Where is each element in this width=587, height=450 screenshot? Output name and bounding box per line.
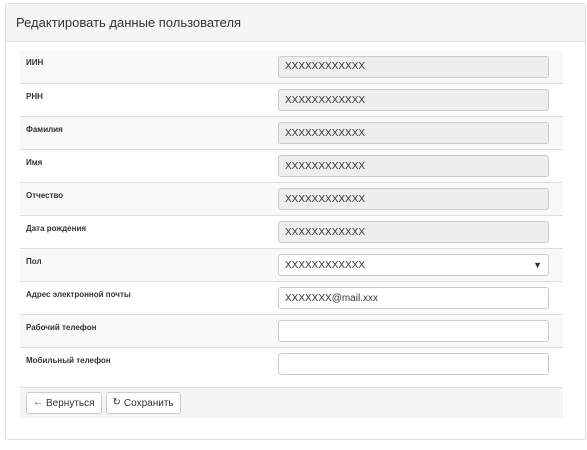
rnn-label: РНН — [26, 92, 43, 101]
surname-label: Фамилия — [26, 125, 63, 134]
rnn-field[interactable]: XXXXXXXXXXXX — [278, 89, 549, 111]
iin-label: ИИН — [26, 58, 44, 67]
row-surname: Фамилия XXXXXXXXXXXX — [20, 116, 563, 149]
row-mobile-phone: Мобильный телефон — [20, 347, 563, 380]
email-label: Адрес электронной почты — [26, 290, 131, 299]
iin-field[interactable]: XXXXXXXXXXXX — [278, 55, 549, 78]
back-button-label: Вернуться — [46, 397, 95, 409]
row-rnn: РНН XXXXXXXXXXXX — [20, 83, 563, 116]
gender-label: Пол — [26, 257, 42, 266]
first-name-label: Имя — [26, 158, 43, 167]
chevron-down-icon: ▼ — [533, 260, 542, 270]
row-email: Адрес электронной почты XXXXXXX@mail.xxx — [20, 281, 563, 314]
row-first-name: Имя XXXXXXXXXXXX — [20, 149, 563, 182]
row-patronymic: Отчество XXXXXXXXXXXX — [20, 182, 563, 215]
surname-field[interactable]: XXXXXXXXXXXX — [278, 122, 549, 144]
user-form: ИИН XXXXXXXXXXXX РНН XXXXXXXXXXXX Фамили… — [20, 50, 563, 380]
mobile-phone-field[interactable] — [278, 353, 549, 375]
row-gender: Пол XXXXXXXXXXXX ▼ — [20, 248, 563, 281]
gender-select[interactable]: XXXXXXXXXXXX ▼ — [278, 254, 549, 276]
work-phone-field[interactable] — [278, 320, 549, 342]
row-birth-date: Дата рождения XXXXXXXXXXXX — [20, 215, 563, 248]
gender-select-value: XXXXXXXXXXXX — [285, 259, 366, 271]
save-button-label: Сохранить — [123, 397, 174, 409]
form-actions: ← Вернуться ↻ Сохранить — [20, 387, 563, 418]
patronymic-field[interactable]: XXXXXXXXXXXX — [278, 188, 549, 210]
mobile-phone-label: Мобильный телефон — [26, 356, 111, 365]
panel-title: Редактировать данные пользователя — [6, 4, 585, 42]
first-name-field[interactable]: XXXXXXXXXXXX — [278, 155, 549, 177]
row-iin: ИИН XXXXXXXXXXXX — [20, 50, 563, 83]
email-field[interactable]: XXXXXXX@mail.xxx — [278, 287, 549, 309]
work-phone-label: Рабочий телефон — [26, 323, 97, 332]
save-button[interactable]: ↻ Сохранить — [105, 392, 181, 414]
row-work-phone: Рабочий телефон — [20, 314, 563, 347]
refresh-icon: ↻ — [112, 397, 121, 408]
birth-date-field[interactable]: XXXXXXXXXXXX — [278, 221, 549, 243]
patronymic-label: Отчество — [26, 191, 64, 200]
back-button[interactable]: ← Вернуться — [26, 392, 102, 414]
arrow-left-icon: ← — [33, 397, 43, 408]
birth-date-label: Дата рождения — [26, 224, 87, 233]
